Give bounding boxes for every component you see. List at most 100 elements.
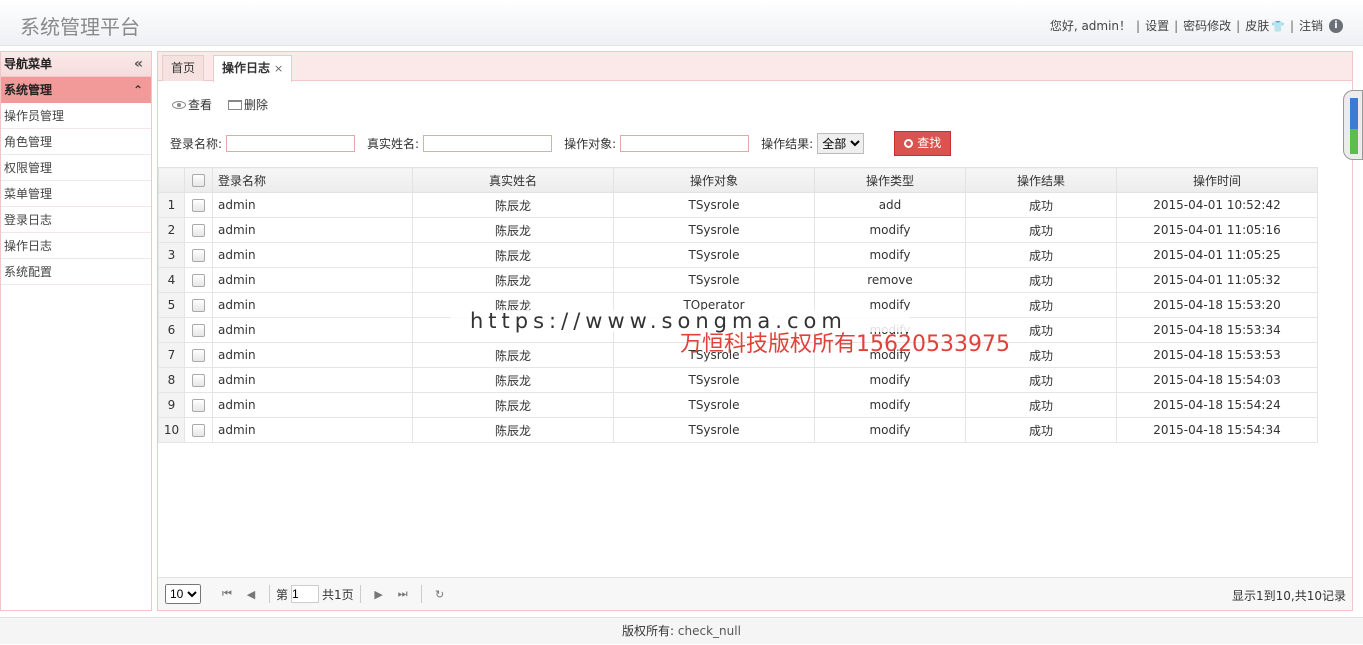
cell-time: 2015-04-18 15:53:20 xyxy=(1116,292,1318,318)
result-select[interactable]: 全部 xyxy=(817,133,865,154)
view-button[interactable]: 查看 xyxy=(172,96,212,113)
cell-time: 2015-04-01 11:05:25 xyxy=(1116,242,1318,268)
cell-time: 2015-04-18 15:54:24 xyxy=(1116,392,1318,418)
skin-link[interactable]: 皮肤 👕 xyxy=(1245,17,1285,34)
change-password-link[interactable]: 密码修改 xyxy=(1183,17,1231,34)
table-row[interactable]: 2 admin 陈辰龙 TSysrole modify 成功 2015-04-01 11:0… xyxy=(158,217,1318,243)
refresh-icon[interactable]: ↻ xyxy=(428,588,452,601)
row-checkbox-cell xyxy=(184,417,213,443)
select-all-checkbox[interactable] xyxy=(192,174,205,187)
cell-login-name: admin xyxy=(212,317,413,343)
cell-time: 2015-04-01 11:05:16 xyxy=(1116,217,1318,243)
cell-object: TSysrole xyxy=(613,192,815,218)
last-page-icon[interactable]: ⏭ xyxy=(391,587,415,601)
nav-group-system[interactable]: 系统管理 ⌃ xyxy=(1,77,151,103)
watermark-text: 万恒科技版权所有15620533975 xyxy=(680,332,1010,357)
col-object[interactable]: 操作对象 xyxy=(613,167,815,193)
table-row[interactable]: 10 admin 陈辰龙 TSysrole modify 成功 2015-04-18 15:… xyxy=(158,417,1318,443)
page-size-select[interactable]: 10 xyxy=(165,584,201,604)
cell-login-name: admin xyxy=(212,392,413,418)
col-type[interactable]: 操作类型 xyxy=(814,167,966,193)
login-name-label: 登录名称: xyxy=(170,137,223,151)
cell-object: TSysrole xyxy=(613,367,815,393)
cell-object: TSysrole xyxy=(613,267,815,293)
row-checkbox-cell xyxy=(184,342,213,368)
col-login-name[interactable]: 登录名称 xyxy=(212,167,413,193)
row-checkbox[interactable] xyxy=(192,349,205,362)
tab-operation-log[interactable]: 操作日志 × xyxy=(213,55,293,82)
collapse-left-icon[interactable]: « xyxy=(134,52,143,76)
tab-home[interactable]: 首页 xyxy=(162,55,205,81)
row-checkbox[interactable] xyxy=(192,374,205,387)
row-checkbox[interactable] xyxy=(192,274,205,287)
nav-group-label: 系统管理 xyxy=(4,83,53,97)
first-page-icon[interactable]: ⏮ xyxy=(215,587,239,601)
sidebar: 导航菜单 « 系统管理 ⌃ 操作员管理 角色管理 权限管理 菜单管理 登录日志 … xyxy=(0,51,152,611)
row-checkbox[interactable] xyxy=(192,424,205,437)
row-number: 10 xyxy=(158,417,185,443)
login-name-input[interactable] xyxy=(226,135,356,152)
delete-button[interactable]: 删除 xyxy=(228,96,268,113)
sidebar-item-operation-log[interactable]: 操作日志 xyxy=(1,233,151,259)
cell-type: modify xyxy=(814,242,966,268)
row-checkbox[interactable] xyxy=(192,224,205,237)
cell-time: 2015-04-18 15:54:03 xyxy=(1116,367,1318,393)
next-page-icon[interactable]: ▶ xyxy=(367,588,391,601)
top-header: 系统管理平台 您好, admin！ | 设置 | 密码修改 | 皮肤 👕 | 注销… xyxy=(0,0,1363,46)
row-checkbox-cell xyxy=(184,367,213,393)
cell-type: modify xyxy=(814,417,966,443)
nav-menu-header: 导航菜单 « xyxy=(1,52,151,77)
search-button-label: 查找 xyxy=(917,136,942,150)
object-input[interactable] xyxy=(620,135,750,152)
row-number: 3 xyxy=(158,242,185,268)
sidebar-item-permission[interactable]: 权限管理 xyxy=(1,155,151,181)
row-checkbox[interactable] xyxy=(192,324,205,337)
prev-page-icon[interactable]: ◀ xyxy=(239,588,263,601)
result-label: 操作结果: xyxy=(761,137,814,151)
logout-link[interactable]: 注销 xyxy=(1299,17,1323,34)
table-row[interactable]: 9 admin 陈辰龙 TSysrole modify 成功 2015-04-18 15:5… xyxy=(158,392,1318,418)
cell-login-name: admin xyxy=(212,267,413,293)
shirt-icon: 👕 xyxy=(1271,20,1285,33)
row-checkbox[interactable] xyxy=(192,249,205,262)
cell-real-name: 陈辰龙 xyxy=(412,242,614,268)
cell-time: 2015-04-01 11:05:32 xyxy=(1116,267,1318,293)
row-checkbox[interactable] xyxy=(192,399,205,412)
cell-type: modify xyxy=(814,367,966,393)
chevron-up-icon[interactable]: ⌃ xyxy=(133,77,143,103)
cell-login-name: admin xyxy=(212,242,413,268)
sidebar-item-login-log[interactable]: 登录日志 xyxy=(1,207,151,233)
info-icon[interactable]: i xyxy=(1329,18,1343,33)
col-time[interactable]: 操作时间 xyxy=(1116,167,1318,193)
row-checkbox[interactable] xyxy=(192,299,205,312)
scroll-widget-bar xyxy=(1350,98,1358,154)
real-name-input[interactable] xyxy=(423,135,553,152)
cell-time: 2015-04-18 15:53:34 xyxy=(1116,317,1318,343)
footer-label: 版权所有: xyxy=(622,624,675,638)
search-button[interactable]: 查找 xyxy=(894,131,952,156)
table-row[interactable]: 8 admin 陈辰龙 TSysrole modify 成功 2015-04-18 15:5… xyxy=(158,367,1318,393)
row-checkbox-cell xyxy=(184,317,213,343)
pagination-bar: 10 ⏮ ◀ 第 共1页 ▶ ⏭ ↻ 显示1到10,共10记录 xyxy=(158,577,1352,610)
row-checkbox-cell xyxy=(184,242,213,268)
cell-result: 成功 xyxy=(965,217,1117,243)
cell-login-name: admin xyxy=(212,342,413,368)
sidebar-item-role[interactable]: 角色管理 xyxy=(1,129,151,155)
cell-result: 成功 xyxy=(965,292,1117,318)
cell-type: modify xyxy=(814,217,966,243)
table-row[interactable]: 4 admin 陈辰龙 TSysrole remove 成功 2015-04-01 11:0… xyxy=(158,267,1318,293)
table-row[interactable]: 3 admin 陈辰龙 TSysrole modify 成功 2015-04-01 11:0… xyxy=(158,242,1318,268)
settings-link[interactable]: 设置 xyxy=(1145,17,1169,34)
sidebar-item-operator[interactable]: 操作员管理 xyxy=(1,103,151,129)
col-result[interactable]: 操作结果 xyxy=(965,167,1117,193)
page-number-input[interactable] xyxy=(291,585,320,603)
col-real-name[interactable]: 真实姓名 xyxy=(412,167,614,193)
sidebar-item-menu[interactable]: 菜单管理 xyxy=(1,181,151,207)
side-scroll-widget[interactable] xyxy=(1343,90,1363,160)
cell-real-name: 陈辰龙 xyxy=(412,342,614,368)
row-checkbox[interactable] xyxy=(192,199,205,212)
sidebar-item-config[interactable]: 系统配置 xyxy=(1,259,151,285)
cell-time: 2015-04-18 15:54:34 xyxy=(1116,417,1318,443)
table-row[interactable]: 1 admin 陈辰龙 TSysrole add 成功 2015-04-01 10:52:4… xyxy=(158,192,1318,218)
close-icon[interactable]: × xyxy=(274,62,283,75)
